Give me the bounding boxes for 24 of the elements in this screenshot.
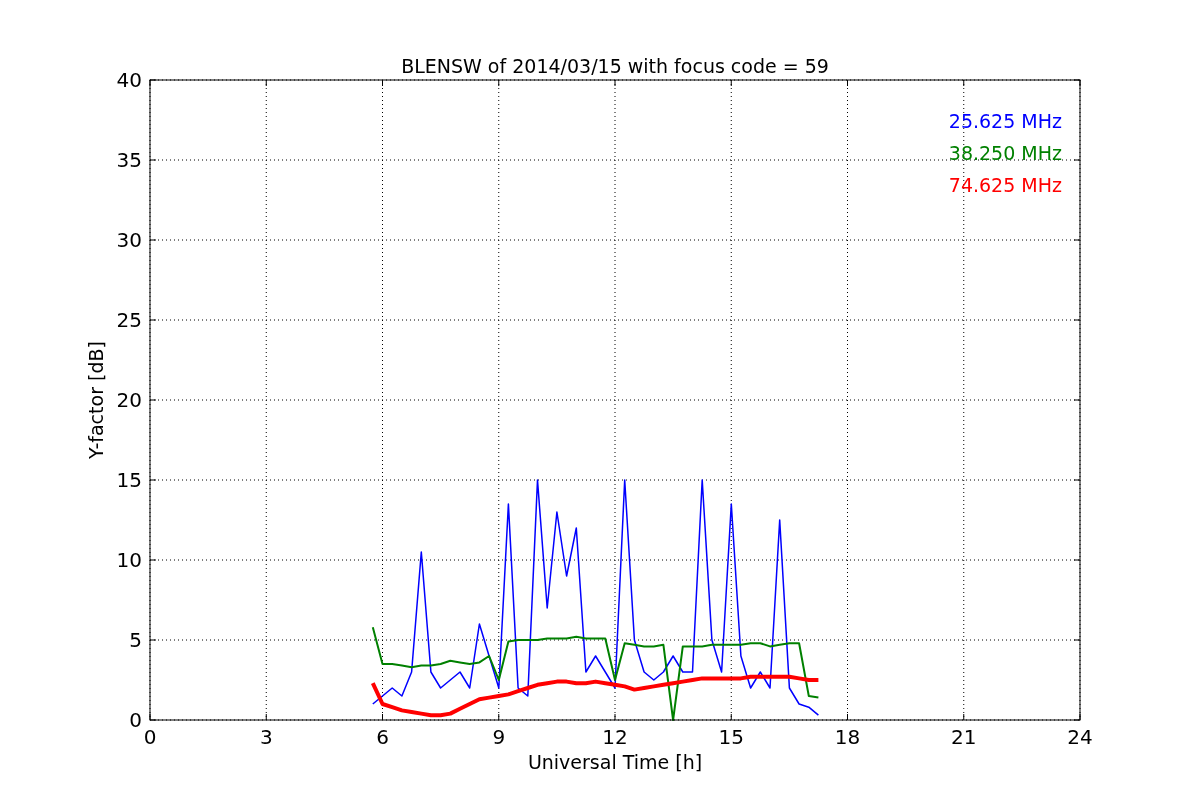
y-tick-label: 30 bbox=[116, 228, 142, 252]
x-tick-label: 21 bbox=[951, 725, 977, 749]
y-axis-label: Y-factor [dB] bbox=[85, 341, 107, 459]
x-tick-label: 12 bbox=[602, 725, 628, 749]
y-tick-label: 25 bbox=[116, 308, 142, 332]
x-tick-label: 0 bbox=[143, 725, 157, 749]
y-tick-label: 15 bbox=[116, 468, 142, 492]
y-tick-label: 5 bbox=[129, 628, 142, 652]
chart-title: BLENSW of 2014/03/15 with focus code = 59 bbox=[401, 55, 829, 77]
x-tick-label: 15 bbox=[718, 725, 744, 749]
x-tick-label: 24 bbox=[1067, 725, 1093, 749]
legend-label: 38.250 MHz bbox=[948, 142, 1062, 164]
y-tick-label: 40 bbox=[116, 68, 142, 92]
x-axis-label: Universal Time [h] bbox=[527, 751, 703, 773]
y-tick-label: 10 bbox=[116, 548, 142, 572]
y-tick-label: 0 bbox=[129, 708, 142, 732]
legend-label: 25.625 MHz bbox=[948, 110, 1062, 132]
x-tick-label: 3 bbox=[259, 725, 273, 749]
x-tick-label: 18 bbox=[834, 725, 861, 749]
y-tick-label: 35 bbox=[116, 148, 142, 172]
y-tick-label: 20 bbox=[116, 388, 142, 412]
x-tick-label: 9 bbox=[492, 725, 506, 749]
x-tick-label: 6 bbox=[376, 725, 389, 749]
legend-label: 74.625 MHz bbox=[948, 174, 1062, 196]
